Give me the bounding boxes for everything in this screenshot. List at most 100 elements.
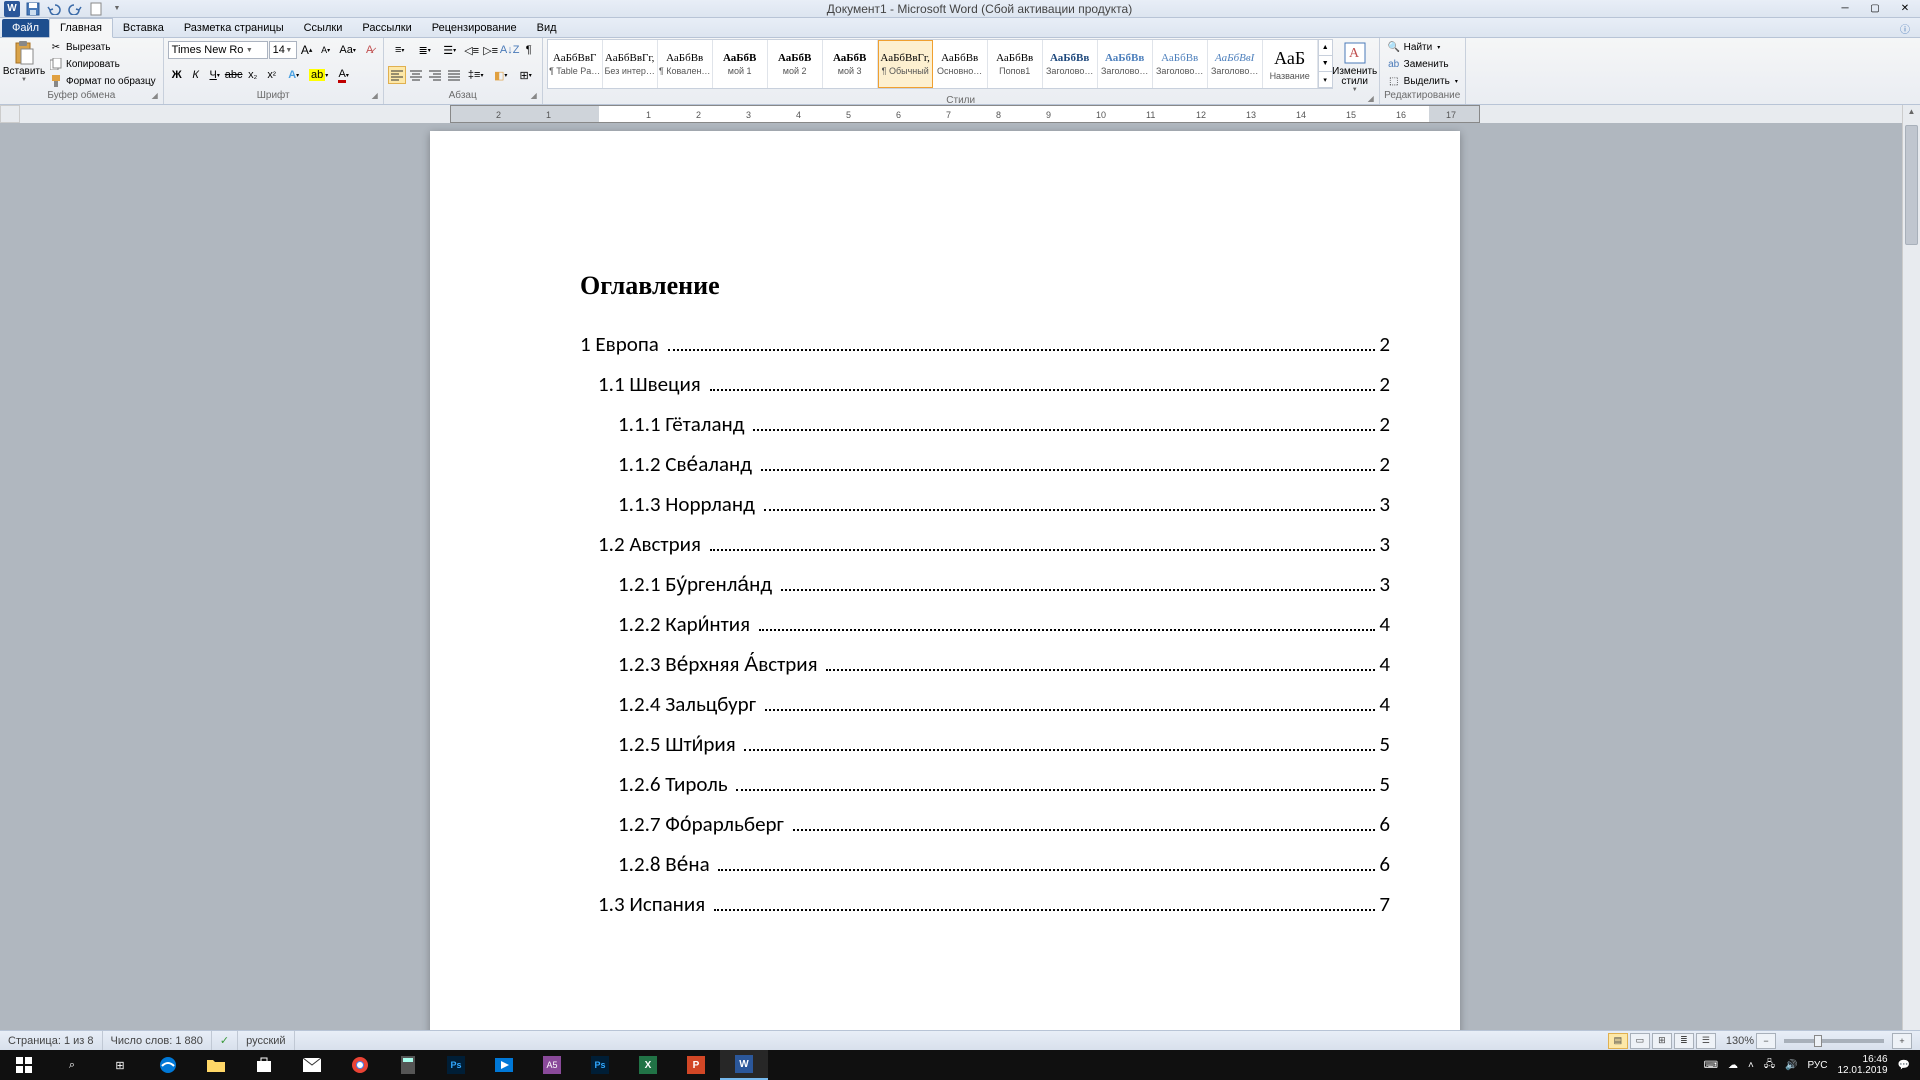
justify-button[interactable] — [445, 66, 463, 84]
qat-customize[interactable]: ▼ — [108, 1, 126, 17]
format-painter-button[interactable]: Формат по образцу — [46, 73, 159, 89]
tray-chevron-up-icon[interactable]: ˄ — [1748, 1060, 1754, 1071]
tab-home[interactable]: Главная — [49, 18, 113, 38]
new-doc-button[interactable] — [87, 1, 105, 17]
style-item[interactable]: АаБбВмой 1 — [713, 40, 768, 88]
decrease-indent-button[interactable]: ◁≡ — [463, 41, 481, 59]
superscript-button[interactable]: x² — [263, 66, 281, 84]
taskbar-edge[interactable] — [144, 1050, 192, 1080]
underline-button[interactable]: Ч▾ — [206, 66, 224, 84]
borders-button[interactable]: ⊞▾ — [514, 66, 538, 84]
taskbar-chrome[interactable] — [336, 1050, 384, 1080]
align-right-button[interactable] — [426, 66, 444, 84]
shading-button[interactable]: ◧▾ — [489, 66, 513, 84]
style-item[interactable]: АаБбВвОсновно… — [933, 40, 988, 88]
status-words[interactable]: Число слов: 1 880 — [103, 1031, 212, 1050]
align-center-button[interactable] — [407, 66, 425, 84]
toc-entry[interactable]: 1.2.3 Ве́рхняя А́встрия 4 — [580, 651, 1390, 677]
font-launcher[interactable]: ◢ — [369, 91, 381, 103]
ruler-toggle[interactable] — [0, 105, 20, 123]
taskbar-calculator[interactable] — [384, 1050, 432, 1080]
tray-language[interactable]: РУС — [1807, 1060, 1827, 1071]
toc-entry[interactable]: 1.3 Испания 7 — [580, 891, 1390, 917]
shrink-font-button[interactable]: A▾ — [317, 41, 335, 59]
tray-volume-icon[interactable]: 🔊 — [1785, 1060, 1797, 1071]
view-draft[interactable]: ☰ — [1696, 1033, 1716, 1049]
toc-entry[interactable]: 1.2.4 Зальцбург 4 — [580, 691, 1390, 717]
gallery-scroll-down[interactable]: ▼ — [1319, 56, 1332, 72]
multilevel-button[interactable]: ☰▾ — [438, 41, 462, 59]
view-web-layout[interactable]: ⊞ — [1652, 1033, 1672, 1049]
toc-entry[interactable]: 1.2.8 Ве́на 6 — [580, 851, 1390, 877]
styles-gallery[interactable]: АаБбВвГ¶ Table Pa…АаБбВвГг,Без интер…АаБ… — [547, 39, 1333, 89]
line-spacing-button[interactable]: ‡≡▾ — [464, 66, 488, 84]
tab-view[interactable]: Вид — [527, 19, 567, 37]
highlight-button[interactable]: ab▾ — [307, 66, 331, 84]
style-item[interactable]: АаБбВвПопов1 — [988, 40, 1043, 88]
zoom-level[interactable]: 130% — [1726, 1035, 1754, 1047]
scroll-thumb[interactable] — [1905, 125, 1918, 245]
tab-references[interactable]: Ссылки — [294, 19, 353, 37]
style-item[interactable]: АаБбВвЗаголово… — [1153, 40, 1208, 88]
taskbar-word[interactable]: W — [720, 1050, 768, 1080]
tray-onedrive-icon[interactable]: ☁ — [1728, 1060, 1738, 1071]
style-item[interactable]: АаБбВвГ¶ Table Pa… — [548, 40, 603, 88]
paragraph-launcher[interactable]: ◢ — [528, 91, 540, 103]
font-name-combo[interactable]: Times New Ro▼ — [168, 41, 268, 59]
horizontal-ruler[interactable]: 211234567891011121314151617 — [20, 105, 1902, 123]
grow-font-button[interactable]: A▴ — [298, 41, 316, 59]
font-size-combo[interactable]: 14▼ — [269, 41, 297, 59]
view-print-layout[interactable]: ▤ — [1608, 1033, 1628, 1049]
change-styles-button[interactable]: A Изменить стили ▼ — [1335, 39, 1375, 95]
taskbar-mail[interactable] — [288, 1050, 336, 1080]
strikethrough-button[interactable]: abc — [225, 66, 243, 84]
taskbar-explorer[interactable] — [192, 1050, 240, 1080]
increase-indent-button[interactable]: ▷≡ — [482, 41, 500, 59]
taskbar-excel[interactable]: X — [624, 1050, 672, 1080]
toc-entry[interactable]: 1.2.5 Шти́рия 5 — [580, 731, 1390, 757]
replace-button[interactable]: abЗаменить — [1384, 56, 1461, 72]
app-icon[interactable]: W — [3, 1, 21, 17]
font-color-button[interactable]: A▾ — [332, 66, 356, 84]
style-item[interactable]: АаБбВвГг,¶ Обычный — [878, 40, 933, 88]
bold-button[interactable]: Ж — [168, 66, 186, 84]
status-page[interactable]: Страница: 1 из 8 — [0, 1031, 103, 1050]
taskbar-photoshop[interactable]: Ps — [432, 1050, 480, 1080]
status-proofing[interactable]: ✓ — [212, 1031, 238, 1050]
style-item[interactable]: АаБНазвание — [1263, 40, 1318, 88]
toc-entry[interactable]: 1.1 Швеция 2 — [580, 371, 1390, 397]
select-button[interactable]: ⬚Выделить▾ — [1384, 73, 1461, 89]
tray-network-icon[interactable]: 🖧 — [1764, 1057, 1775, 1074]
zoom-slider[interactable] — [1784, 1039, 1884, 1043]
show-marks-button[interactable]: ¶ — [520, 41, 538, 59]
copy-button[interactable]: Копировать — [46, 56, 159, 72]
toc-entry[interactable]: 1.2.6 Тироль 5 — [580, 771, 1390, 797]
toc-entry[interactable]: 1.1.2 Све́аланд 2 — [580, 451, 1390, 477]
taskbar-video[interactable] — [480, 1050, 528, 1080]
style-item[interactable]: АаБбВв¶ Ковален… — [658, 40, 713, 88]
tab-review[interactable]: Рецензирование — [422, 19, 527, 37]
tab-file[interactable]: Файл — [2, 19, 49, 37]
taskbar-app1[interactable]: A5 — [528, 1050, 576, 1080]
status-language[interactable]: русский — [238, 1031, 294, 1050]
toc-entry[interactable]: 1.2.1 Бу́ргенла́нд 3 — [580, 571, 1390, 597]
sort-button[interactable]: A↓Z — [501, 41, 519, 59]
bullets-button[interactable]: ≡▾ — [388, 41, 412, 59]
toc-entry[interactable]: 1.1.1 Гёталанд 2 — [580, 411, 1390, 437]
view-outline[interactable]: ≣ — [1674, 1033, 1694, 1049]
clipboard-launcher[interactable]: ◢ — [149, 91, 161, 103]
clear-formatting-button[interactable]: A̷ — [361, 41, 379, 59]
cut-button[interactable]: ✂Вырезать — [46, 39, 159, 55]
tray-input-icon[interactable]: ⌨ — [1704, 1060, 1718, 1071]
style-item[interactable]: АаБбВмой 3 — [823, 40, 878, 88]
style-item[interactable]: АаБбВвЗаголово… — [1043, 40, 1098, 88]
find-button[interactable]: 🔍Найти▾ — [1384, 39, 1461, 55]
document-page[interactable]: Оглавление 1 Европа 21.1 Швеция 21.1.1 Г… — [430, 131, 1460, 1056]
toc-entry[interactable]: 1.2.7 Фо́рарльберг 6 — [580, 811, 1390, 837]
text-effects-button[interactable]: A▾ — [282, 66, 306, 84]
gallery-expand[interactable]: ▾ — [1319, 72, 1332, 88]
style-item[interactable]: АаБбВвЗаголово… — [1098, 40, 1153, 88]
vertical-scrollbar[interactable]: ▲ ▼ — [1902, 105, 1920, 1056]
scroll-up-button[interactable]: ▲ — [1903, 107, 1920, 123]
numbering-button[interactable]: ≣▾ — [413, 41, 437, 59]
